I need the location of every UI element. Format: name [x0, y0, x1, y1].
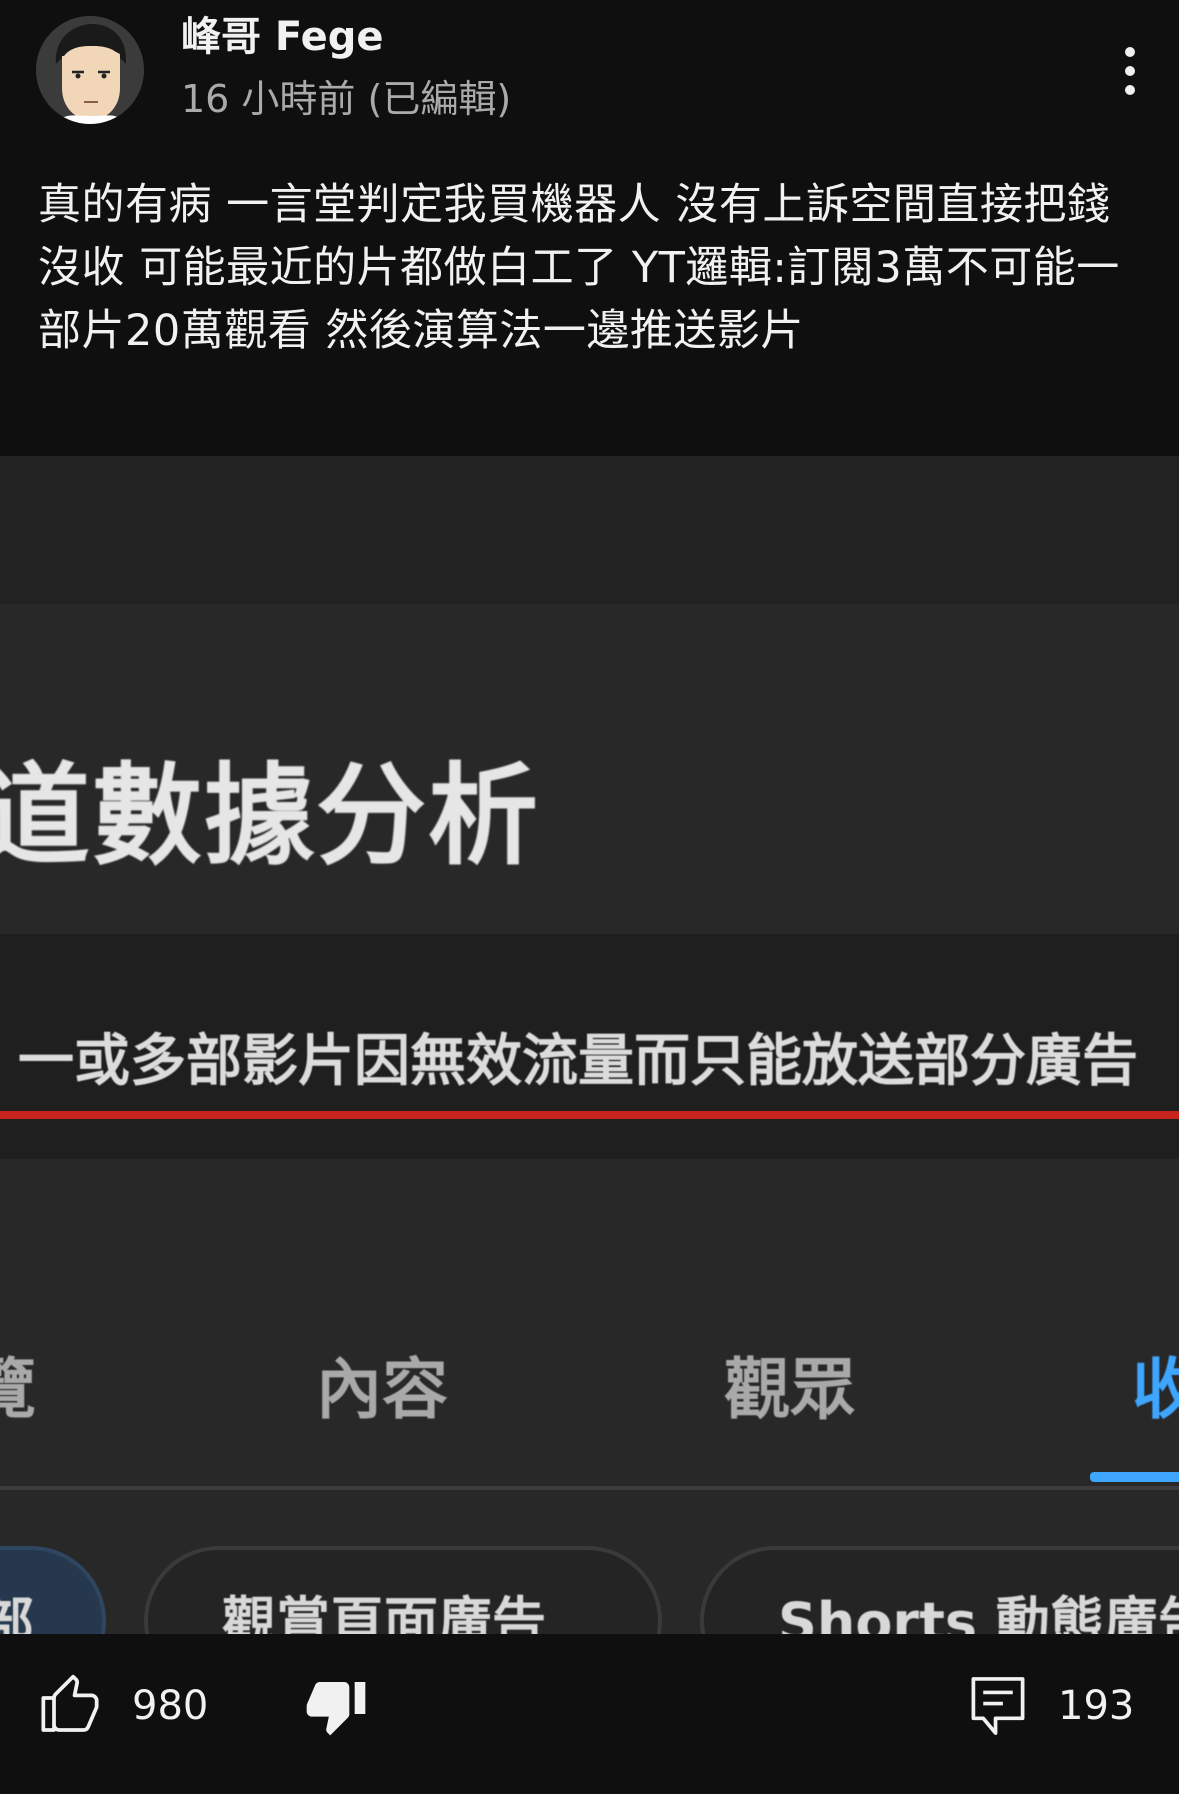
comment-icon [971, 1677, 1025, 1735]
more-vert-icon-dot [1125, 85, 1135, 95]
image-tab-indicator [1090, 1472, 1179, 1482]
image-chip-shorts-ads-label: Shorts 動態廣告 [778, 1591, 1179, 1634]
more-options-button[interactable] [1100, 36, 1160, 106]
image-tab-divider [0, 1486, 1179, 1490]
like-button[interactable] [38, 1674, 102, 1738]
image-tab-overview: 覽 [0, 1351, 36, 1428]
avatar[interactable] [36, 16, 144, 124]
image-chip-watch-page-ads-label: 觀賞頁面廣告 [222, 1591, 546, 1634]
more-vert-icon-dot [1125, 66, 1135, 76]
post-action-bar: 980 193 [0, 1634, 1179, 1794]
image-alert-line [0, 1111, 1179, 1119]
post-body-text: 真的有病 一言堂判定我買機器人 沒有上訴空間直接把錢沒收 可能最近的片都做白工了… [38, 180, 1120, 356]
like-count: 980 [132, 1683, 209, 1729]
dislike-button[interactable] [304, 1674, 368, 1738]
image-notice: 一或多部影片因無效流量而只能放送部分廣告 [18, 1029, 1138, 1094]
post-timestamp: 16 小時前 (已編輯) [181, 77, 512, 121]
community-post-page: 峰哥 Fege 16 小時前 (已編輯) 真的有病 一言堂判定我買機器人 沒有上… [0, 0, 1179, 1794]
image-tab-content: 內容 [316, 1351, 448, 1428]
thumbs-down-icon [306, 1682, 366, 1736]
image-chip-all-label: 部 [0, 1591, 34, 1634]
thumbs-up-icon [41, 1674, 99, 1732]
post-header: 峰哥 Fege 16 小時前 (已編輯) [0, 0, 1179, 140]
comment-button[interactable] [968, 1674, 1028, 1738]
author-name[interactable]: 峰哥 Fege [181, 14, 384, 60]
image-tab-revenue: 收 [1132, 1351, 1179, 1428]
comment-count: 193 [1058, 1683, 1135, 1729]
image-title: 道數據分析 [0, 752, 540, 880]
post-attached-image[interactable]: 道數據分析 一或多部影片因無效流量而只能放送部分廣告 覽 內容 觀眾 收 部 觀… [0, 456, 1179, 1634]
image-tab-audience: 觀眾 [724, 1351, 856, 1428]
more-vert-icon [1125, 47, 1135, 57]
image-top-band [0, 456, 1179, 604]
avatar-face-icon [36, 16, 144, 124]
